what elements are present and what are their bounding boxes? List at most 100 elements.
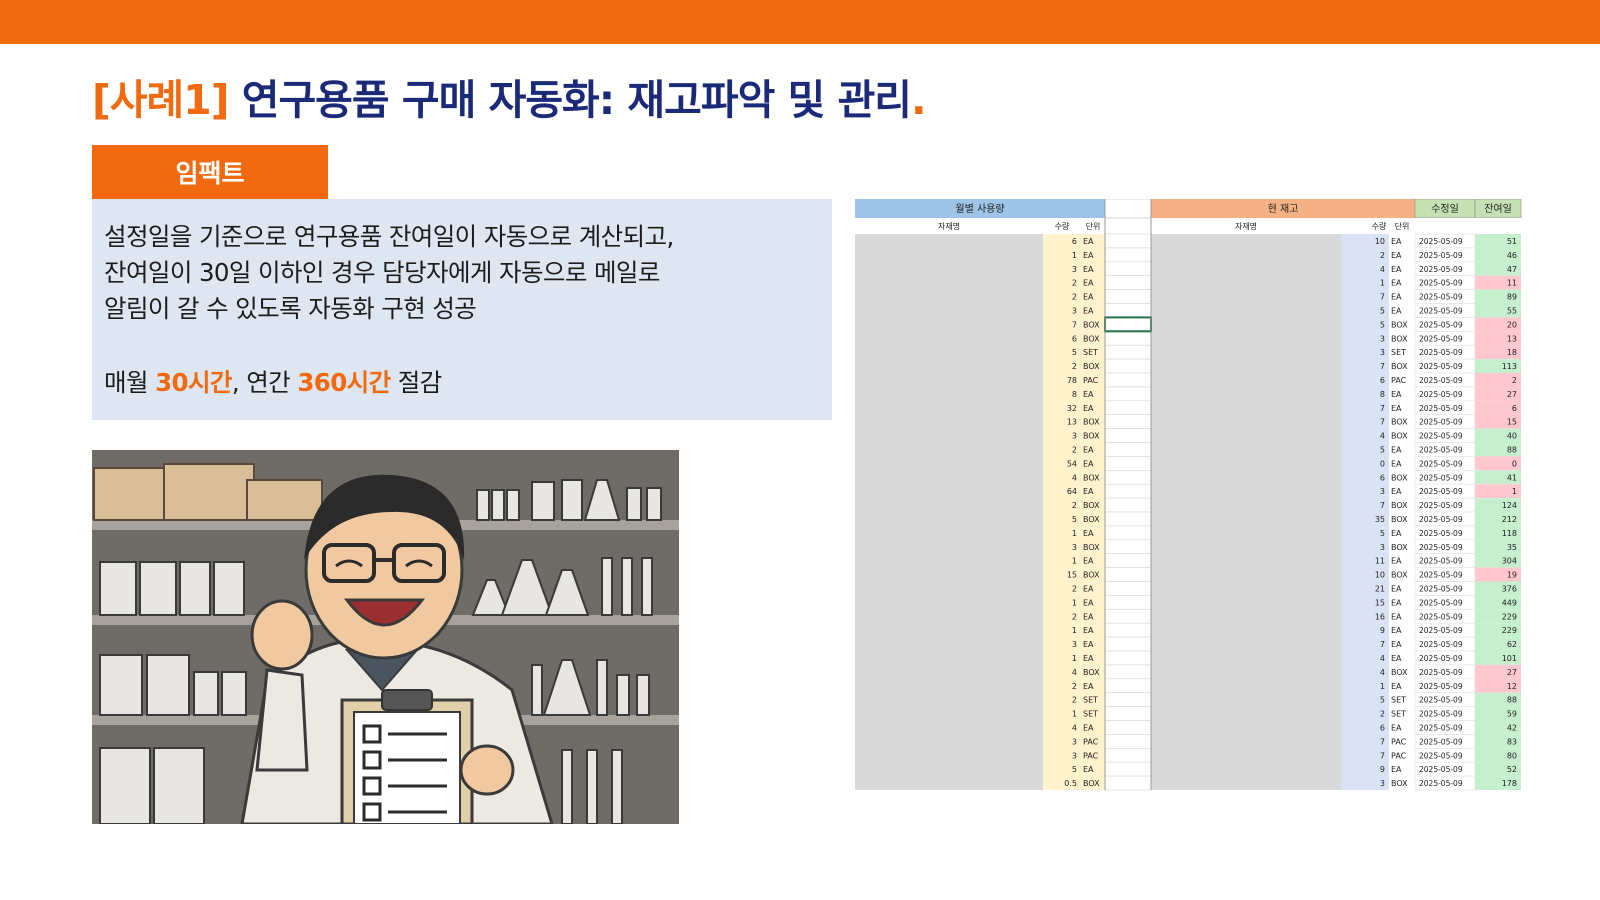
blank-cell (1104, 233, 1152, 249)
blank-cell (1104, 747, 1152, 763)
monthly-qty-cell: 2 (1072, 446, 1077, 455)
stock-unit-cell: EA (1391, 585, 1402, 594)
stock-unit-cell: PAC (1391, 376, 1407, 385)
monthly-qty-cell: 2 (1072, 293, 1077, 302)
stock-qty-column (1341, 234, 1389, 790)
monthly-qty-cell: 4 (1072, 473, 1077, 482)
monthly-qty-cell: 3 (1072, 543, 1077, 552)
stock-qty-cell: 6 (1380, 473, 1385, 482)
stock-qty-cell: 5 (1380, 320, 1385, 329)
monthly-qty-cell: 2 (1072, 696, 1077, 705)
column-divider (1104, 199, 1106, 790)
saving-mid: , 연간 (231, 368, 298, 397)
monthly-unit-cell: EA (1083, 626, 1094, 635)
remaining-days-cell: 11 (1507, 279, 1517, 288)
stock-unit-cell: EA (1391, 307, 1402, 316)
monthly-qty-cell: 3 (1072, 432, 1077, 441)
modified-date-cell: 2025-05-09 (1419, 459, 1463, 468)
stock-unit-cell: EA (1391, 265, 1402, 274)
stock-unit-cell: PAC (1391, 751, 1407, 760)
remaining-days-cell: 118 (1502, 529, 1517, 538)
blank-cell (1104, 289, 1152, 304)
monthly-qty-cell: 6 (1072, 237, 1077, 246)
top-accent-bar (0, 0, 1600, 44)
monthly-qty-cell: 6 (1072, 334, 1077, 343)
monthly-unit-cell: PAC (1083, 751, 1099, 760)
blank-cell (1104, 525, 1152, 541)
monthly-qty-cell: 3 (1072, 737, 1077, 746)
blank-cell (1104, 622, 1152, 638)
blank-cell (1104, 720, 1152, 735)
stock-qty-cell: 9 (1380, 626, 1385, 635)
stock-unit-cell: BOX (1391, 779, 1408, 788)
monthly-qty-cell: 1 (1072, 529, 1077, 538)
impact-line-1: 설정일을 기준으로 연구용품 잔여일이 자동으로 계산되고, (104, 222, 674, 251)
time-saving-line: 매월 30시간, 연간 360시간 절감 (104, 365, 820, 401)
stock-qty-cell: 6 (1380, 724, 1385, 733)
stock-qty-cell: 1 (1380, 682, 1385, 691)
remaining-days-cell: 89 (1507, 293, 1517, 302)
modified-date-cell: 2025-05-09 (1419, 362, 1463, 371)
modified-date-cell: 2025-05-09 (1419, 251, 1463, 260)
stock-qty-cell: 5 (1380, 307, 1385, 316)
stock-unit-cell: BOX (1391, 362, 1408, 371)
modified-date-cell: 2025-05-09 (1419, 598, 1463, 607)
modified-date-cell: 2025-05-09 (1419, 265, 1463, 274)
monthly-qty-cell: 2 (1072, 612, 1077, 621)
monthly-unit-cell: EA (1083, 765, 1094, 774)
stock-unit-cell: EA (1391, 459, 1402, 468)
stock-unit-cell: BOX (1391, 501, 1408, 510)
stock-unit-cell: EA (1391, 612, 1402, 621)
blank-cell (1104, 275, 1152, 290)
stock-item-col-label: 자재명 (1235, 221, 1257, 231)
blank-cell (1104, 539, 1152, 554)
modified-date-cell: 2025-05-09 (1419, 696, 1463, 705)
remaining-days-cell: 12 (1507, 682, 1517, 691)
remaining-days-cell: 62 (1507, 640, 1517, 649)
remaining-days-cell: 40 (1507, 432, 1517, 441)
stock-qty-cell: 11 (1375, 557, 1385, 566)
modified-date-cell: 2025-05-09 (1419, 237, 1463, 246)
saving-yearly: 360시간 (297, 368, 391, 397)
remaining-days-cell: 52 (1507, 765, 1517, 774)
stock-qty-cell: 10 (1375, 571, 1385, 580)
stock-unit-cell: EA (1391, 529, 1402, 538)
stock-unit-cell: BOX (1391, 571, 1408, 580)
monthly-unit-cell: SET (1083, 348, 1098, 357)
stock-unit-cell: EA (1391, 640, 1402, 649)
stock-unit-cell: BOX (1391, 668, 1408, 677)
blank-cell (1104, 608, 1152, 624)
stock-unit-cell: EA (1391, 446, 1402, 455)
remaining-days-cell: 124 (1502, 501, 1517, 510)
monthly-unit-cell: BOX (1083, 501, 1100, 510)
remaining-days-cell: 27 (1507, 668, 1517, 677)
stock-unit-cell: EA (1391, 279, 1402, 288)
stock-qty-cell: 15 (1375, 598, 1385, 607)
remaining-days-cell: 229 (1502, 626, 1517, 635)
blank-cell (1104, 567, 1152, 582)
monthly-unit-cell: BOX (1083, 779, 1100, 788)
monthly-unit-cell: BOX (1083, 473, 1100, 482)
stock-qty-cell: 5 (1380, 446, 1385, 455)
monthly-usage-header-label: 월별 사용량 (955, 203, 1004, 215)
modified-date-cell: 2025-05-09 (1419, 654, 1463, 663)
title-dot: . (911, 76, 927, 124)
monthly-unit-cell: EA (1083, 724, 1094, 733)
remaining-days-cell: 304 (1502, 557, 1517, 566)
remaining-days-cell: 13 (1507, 334, 1517, 343)
monthly-qty-cell: 1 (1072, 598, 1077, 607)
stock-unit-cell: EA (1391, 682, 1402, 691)
remaining-days-cell: 27 (1507, 390, 1517, 399)
blank-cell (1104, 469, 1152, 485)
stock-unit-cell: EA (1391, 598, 1402, 607)
stock-unit-cell: BOX (1391, 334, 1408, 343)
modified-date-cell: 2025-05-09 (1419, 390, 1463, 399)
monthly-qty-cell: 2 (1072, 362, 1077, 371)
stock-unit-cell: EA (1391, 237, 1402, 246)
stock-qty-cell: 7 (1380, 751, 1385, 760)
stock-qty-cell: 3 (1380, 779, 1385, 788)
stock-unit-cell: PAC (1391, 737, 1407, 746)
modified-date-cell: 2025-05-09 (1419, 737, 1463, 746)
stock-unit-cell: BOX (1391, 473, 1408, 482)
monthly-unit-cell: EA (1083, 251, 1094, 260)
